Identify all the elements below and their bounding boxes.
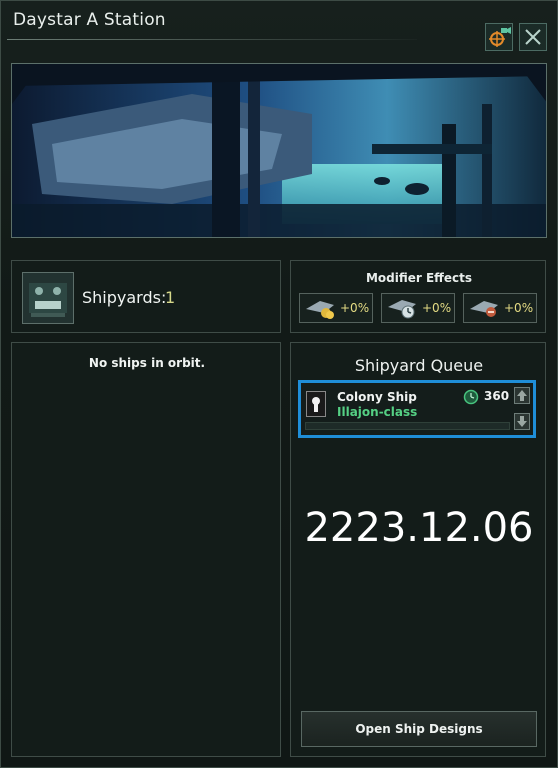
queue-item[interactable]: Colony Ship Illajon-class 360 (298, 380, 536, 438)
move-up-button[interactable] (514, 387, 530, 404)
station-banner (11, 63, 547, 238)
arrow-down-icon (517, 416, 527, 427)
no-ships-text: No ships in orbit. (88, 356, 206, 370)
modifier-value: +0% (340, 301, 370, 315)
modifier-upkeep[interactable]: +0% (463, 293, 537, 323)
queue-item-name: Colony Ship (337, 390, 417, 404)
queue-item-time: 360 (484, 389, 510, 403)
ship-cost-icon (306, 301, 334, 319)
clock-icon (463, 389, 479, 405)
open-ship-designs-button[interactable]: Open Ship Designs (301, 711, 537, 747)
modifier-effects-title: Modifier Effects (365, 271, 473, 285)
locate-button[interactable] (485, 23, 513, 51)
arrow-up-icon (517, 390, 527, 401)
queue-item-class: Illajon-class (337, 405, 418, 419)
title-divider (7, 39, 417, 40)
shipyards-label: Shipyards: (82, 288, 167, 307)
build-progress-bar (305, 422, 510, 430)
move-down-button[interactable] (514, 413, 530, 430)
station-hangar-image (12, 64, 546, 237)
modifier-effects-panel: Modifier Effects +0% +0% +0% (290, 260, 546, 333)
empire-flag-icon (306, 391, 326, 417)
shipyard-queue-panel: Shipyard Queue Colony Ship Illajon-class… (290, 342, 546, 757)
shipyards-count: 1 (165, 288, 176, 307)
station-window: Daystar A Station Shipyards: 1 Modifier … (0, 0, 558, 768)
modifier-value: +0% (422, 301, 452, 315)
close-icon (525, 29, 541, 45)
modifier-value: +0% (504, 301, 534, 315)
window-title: Daystar A Station (13, 10, 166, 30)
game-date: 2223.12.06 (304, 505, 534, 551)
ship-upkeep-icon (470, 301, 498, 317)
title-bar: Daystar A Station (1, 1, 557, 51)
shipyards-panel: Shipyards: 1 (11, 260, 281, 333)
shipyard-queue-title: Shipyard Queue (354, 356, 484, 375)
close-button[interactable] (519, 23, 547, 51)
modifier-ship-cost[interactable]: +0% (299, 293, 373, 323)
crosshair-camera-icon (489, 27, 511, 47)
ship-build-speed-icon (388, 300, 416, 319)
modifier-build-speed[interactable]: +0% (381, 293, 455, 323)
shipyard-icon (22, 272, 74, 324)
ships-in-orbit-panel: No ships in orbit. (11, 342, 281, 757)
